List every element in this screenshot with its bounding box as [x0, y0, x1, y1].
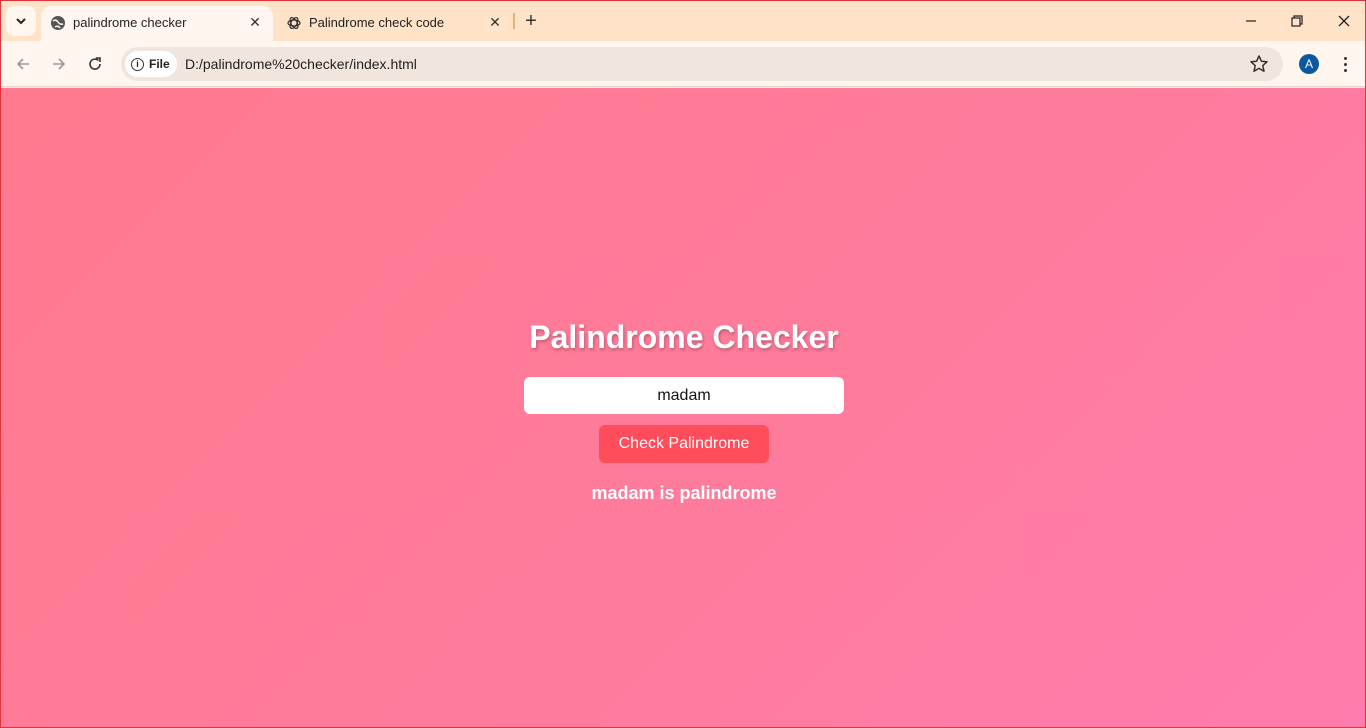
browser-menu-button[interactable] [1335, 52, 1355, 76]
browser-window: palindrome checker ✕ Palindrome check co… [0, 0, 1366, 728]
tab-title: Palindrome check code [309, 15, 445, 30]
page-title: Palindrome Checker [529, 319, 839, 355]
check-palindrome-button[interactable]: Check Palindrome [599, 425, 769, 463]
reload-icon [89, 57, 101, 70]
site-info-chip[interactable]: i File [125, 51, 177, 77]
close-tab-icon[interactable]: ✕ [485, 12, 505, 32]
page-viewport: Palindrome Checker Check Palindrome mada… [1, 88, 1365, 727]
tab-palindrome-check-code[interactable]: Palindrome check code ✕ [277, 6, 513, 41]
new-tab-button[interactable]: + [520, 10, 542, 32]
tab-search-button[interactable] [6, 6, 36, 36]
restore-icon [1291, 15, 1303, 27]
close-tab-icon[interactable]: ✕ [245, 12, 265, 32]
restore-button[interactable] [1274, 7, 1320, 35]
forward-button[interactable] [45, 50, 73, 78]
globe-icon [51, 16, 65, 30]
menu-dot [1343, 68, 1347, 72]
info-icon: i [131, 57, 144, 71]
bookmark-star-icon[interactable] [1249, 54, 1269, 74]
back-button[interactable] [9, 50, 37, 78]
tab-separator [513, 13, 515, 29]
close-icon [1338, 15, 1350, 27]
arrow-right-icon [53, 58, 66, 70]
tab-title: palindrome checker [73, 15, 187, 30]
menu-dot [1343, 56, 1347, 60]
close-window-button[interactable] [1321, 7, 1365, 35]
tab-palindrome-checker[interactable]: palindrome checker ✕ [41, 6, 273, 41]
browser-toolbar: i File D:/palindrome%20checker/index.htm… [1, 41, 1365, 87]
profile-avatar[interactable]: A [1299, 54, 1319, 74]
tab-strip: palindrome checker ✕ Palindrome check co… [1, 1, 1365, 41]
minimize-button[interactable] [1228, 7, 1274, 35]
minimize-icon [1246, 20, 1256, 22]
site-chip-label: File [149, 57, 170, 71]
arrow-left-icon [16, 58, 29, 70]
menu-dot [1343, 62, 1347, 66]
word-input[interactable] [524, 377, 844, 414]
reload-button[interactable] [81, 50, 109, 78]
url-text[interactable]: D:/palindrome%20checker/index.html [185, 56, 417, 72]
openai-icon [287, 16, 301, 30]
result-text: madam is palindrome [591, 483, 777, 503]
address-bar[interactable]: i File D:/palindrome%20checker/index.htm… [121, 47, 1283, 81]
chevron-down-icon [16, 18, 26, 25]
